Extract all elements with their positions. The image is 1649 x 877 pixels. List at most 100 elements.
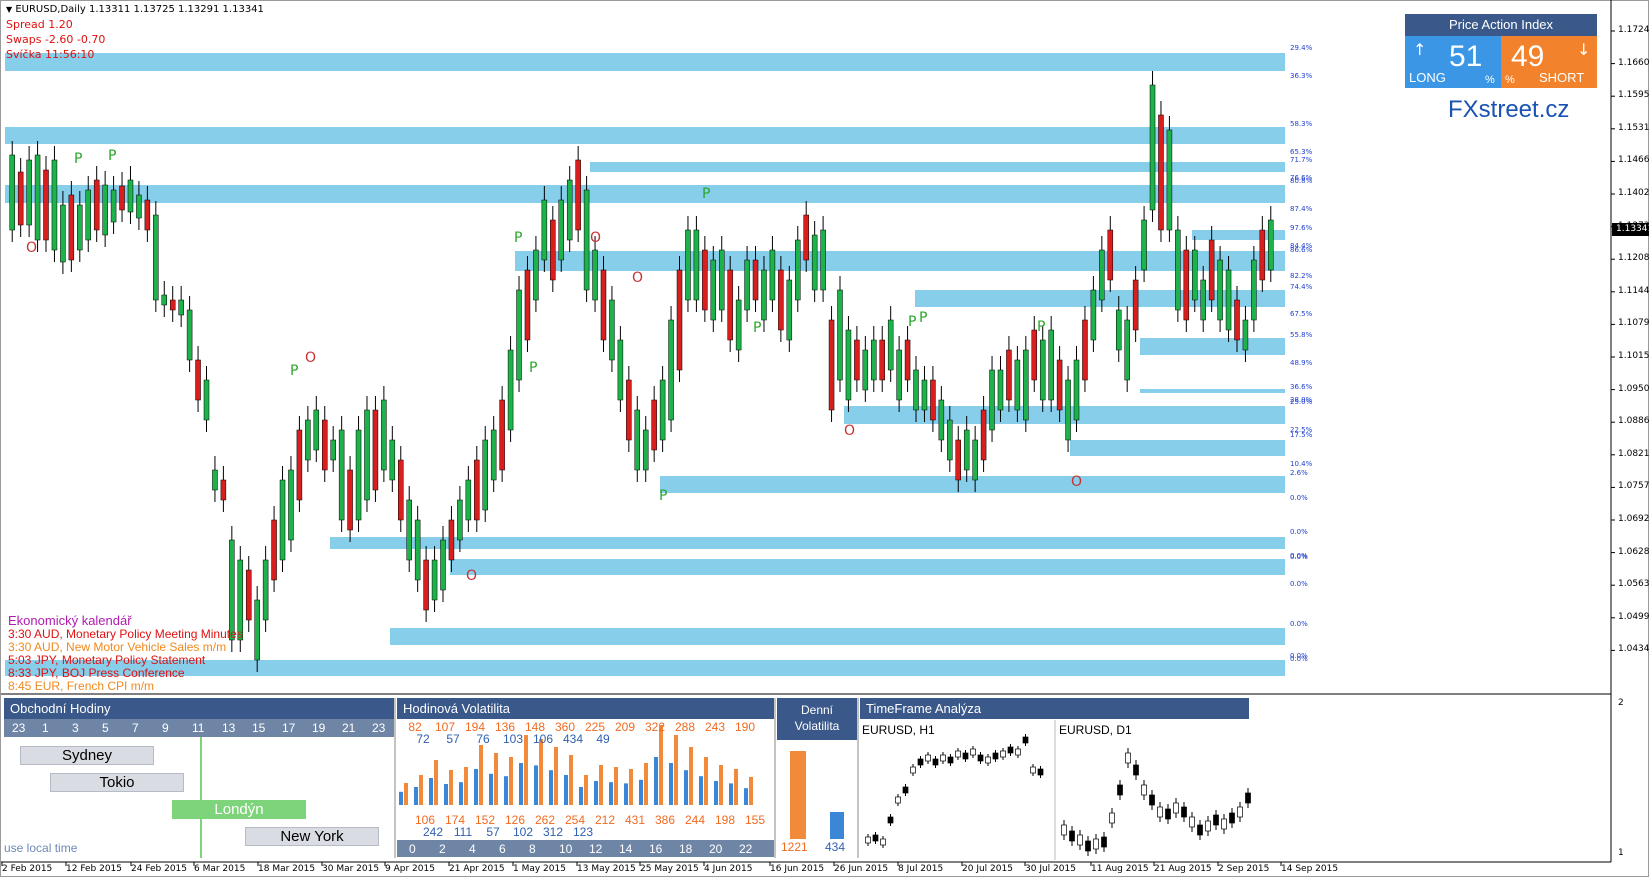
volatility-value: 198 — [714, 813, 736, 827]
d1-candle — [1125, 752, 1131, 764]
volatility-bar-orange — [404, 783, 408, 805]
volatility-bar-blue — [519, 763, 523, 805]
candle-body — [448, 519, 455, 561]
price-zone — [590, 162, 1285, 172]
volatility-value: 57 — [446, 732, 460, 746]
candle-body — [51, 159, 58, 251]
hour-label: 3 — [72, 721, 79, 735]
zone-percent-label: 97.6% — [1290, 224, 1313, 232]
h1-candle — [977, 754, 984, 762]
zone-percent-label: 65.3% — [1290, 148, 1313, 156]
price-zone — [1070, 440, 1285, 456]
candle-body — [592, 249, 598, 301]
volatility-bar-orange — [464, 767, 468, 805]
candle-body — [820, 229, 826, 291]
volatility-bar-blue — [579, 787, 583, 805]
price-tick-label: 1.14020 — [1618, 188, 1649, 198]
candle-body — [144, 199, 151, 231]
candle-body — [398, 459, 404, 521]
zone-percent-label: 29.4% — [1290, 44, 1313, 52]
candle-body — [1242, 319, 1249, 351]
candle-body — [659, 379, 666, 441]
zone-percent-label: 58.3% — [1290, 120, 1313, 128]
price-tick-label: 1.06280 — [1618, 546, 1649, 557]
candle-body — [1251, 259, 1257, 321]
volatility-value: 106 — [532, 732, 554, 746]
volatility-bar-orange — [644, 763, 648, 805]
volatility-bar-orange — [734, 769, 738, 805]
zone-percent-label: 0.0% — [1290, 553, 1308, 561]
pai-long-box: ↑ 51 LONG % — [1405, 36, 1501, 88]
hourly-volatility-header: Hodinová Volatilita — [397, 698, 774, 719]
volatility-value: 288 — [674, 720, 696, 734]
candle-body — [871, 339, 877, 381]
candle-body — [1175, 229, 1181, 311]
date-tick-label: 12 Feb 2015 — [66, 864, 123, 874]
candle-body — [1124, 319, 1130, 381]
current-price-label: 1.13341 — [1612, 223, 1649, 236]
d1-candle — [1221, 818, 1227, 830]
volatility-value: 431 — [624, 813, 646, 827]
h1-candle — [1015, 748, 1021, 756]
hour-label: 5 — [102, 721, 109, 735]
candle-body — [1132, 279, 1139, 331]
marker-p: P — [919, 310, 927, 326]
timeframe-h1-label: EURUSD, H1 — [862, 723, 935, 737]
pai-short-value: 49 — [1511, 40, 1545, 73]
candle-body — [735, 299, 742, 351]
swaps-text: Swaps -2.60 -0.70 — [6, 33, 106, 46]
d1-candle — [1189, 816, 1195, 828]
candle-body — [110, 189, 117, 223]
candle-body — [541, 199, 548, 261]
volatility-bar-orange — [704, 757, 708, 805]
indicator-axis-bottom: 1 — [1618, 848, 1624, 858]
d1-candle — [1165, 808, 1171, 820]
candle-body — [1208, 239, 1215, 301]
candle-body — [727, 269, 733, 341]
price-zone — [330, 537, 1285, 549]
d1-candle — [1157, 806, 1163, 818]
price-chart[interactable]: P POPOPPOOPPPOP POOP — [0, 0, 1649, 877]
h1-candle — [865, 836, 871, 844]
h1-candle — [1030, 766, 1036, 774]
price-zone — [450, 559, 1285, 575]
timeframe-d1-label: EURUSD, D1 — [1059, 723, 1132, 737]
volatility-bar-blue — [399, 791, 403, 805]
price-tick-label: 1.04345 — [1618, 644, 1649, 655]
candle-body — [1259, 229, 1266, 281]
d1-candle — [1213, 814, 1219, 826]
date-tick-label: 9 Apr 2015 — [385, 864, 435, 874]
h1-candle — [932, 758, 939, 766]
d1-candle — [1149, 794, 1155, 806]
d1-candle — [1245, 792, 1251, 804]
date-tick-label: 21 Apr 2015 — [449, 864, 505, 874]
candle-body — [1268, 219, 1274, 271]
session-sydney: Sydney — [20, 746, 154, 765]
volatility-bar-blue — [534, 765, 538, 805]
d1-candle — [1061, 824, 1067, 836]
candle-body — [34, 154, 41, 241]
candle-body — [68, 194, 75, 261]
volatility-bar-orange — [614, 767, 618, 805]
hour-label: 17 — [282, 721, 296, 735]
candle-body — [879, 339, 885, 381]
pai-long-value: 51 — [1449, 40, 1483, 73]
candle-body — [1158, 114, 1164, 231]
date-tick-label: 21 Aug 2015 — [1154, 864, 1212, 874]
volatility-bar-orange — [449, 770, 453, 805]
marker-o: O — [632, 270, 643, 286]
candle-body — [474, 459, 480, 521]
price-tick-label: 1.06925 — [1618, 514, 1649, 524]
symbol-info: ▼ EURUSD,Daily 1.13311 1.13725 1.13291 1… — [6, 4, 264, 15]
local-time-note: use local time — [4, 841, 78, 855]
fxstreet-logo[interactable]: FXstreet.cz — [1448, 96, 1569, 124]
candle-body — [575, 159, 581, 231]
dropdown-icon[interactable]: ▼ — [6, 5, 12, 14]
volatility-hour-label: 20 — [709, 842, 723, 856]
candle-body — [989, 369, 995, 431]
price-zone — [5, 53, 1285, 71]
h1-candle — [887, 816, 894, 824]
hour-label: 7 — [132, 721, 139, 735]
down-arrow-icon: ↓ — [1577, 40, 1591, 59]
h1-candle — [895, 796, 901, 804]
